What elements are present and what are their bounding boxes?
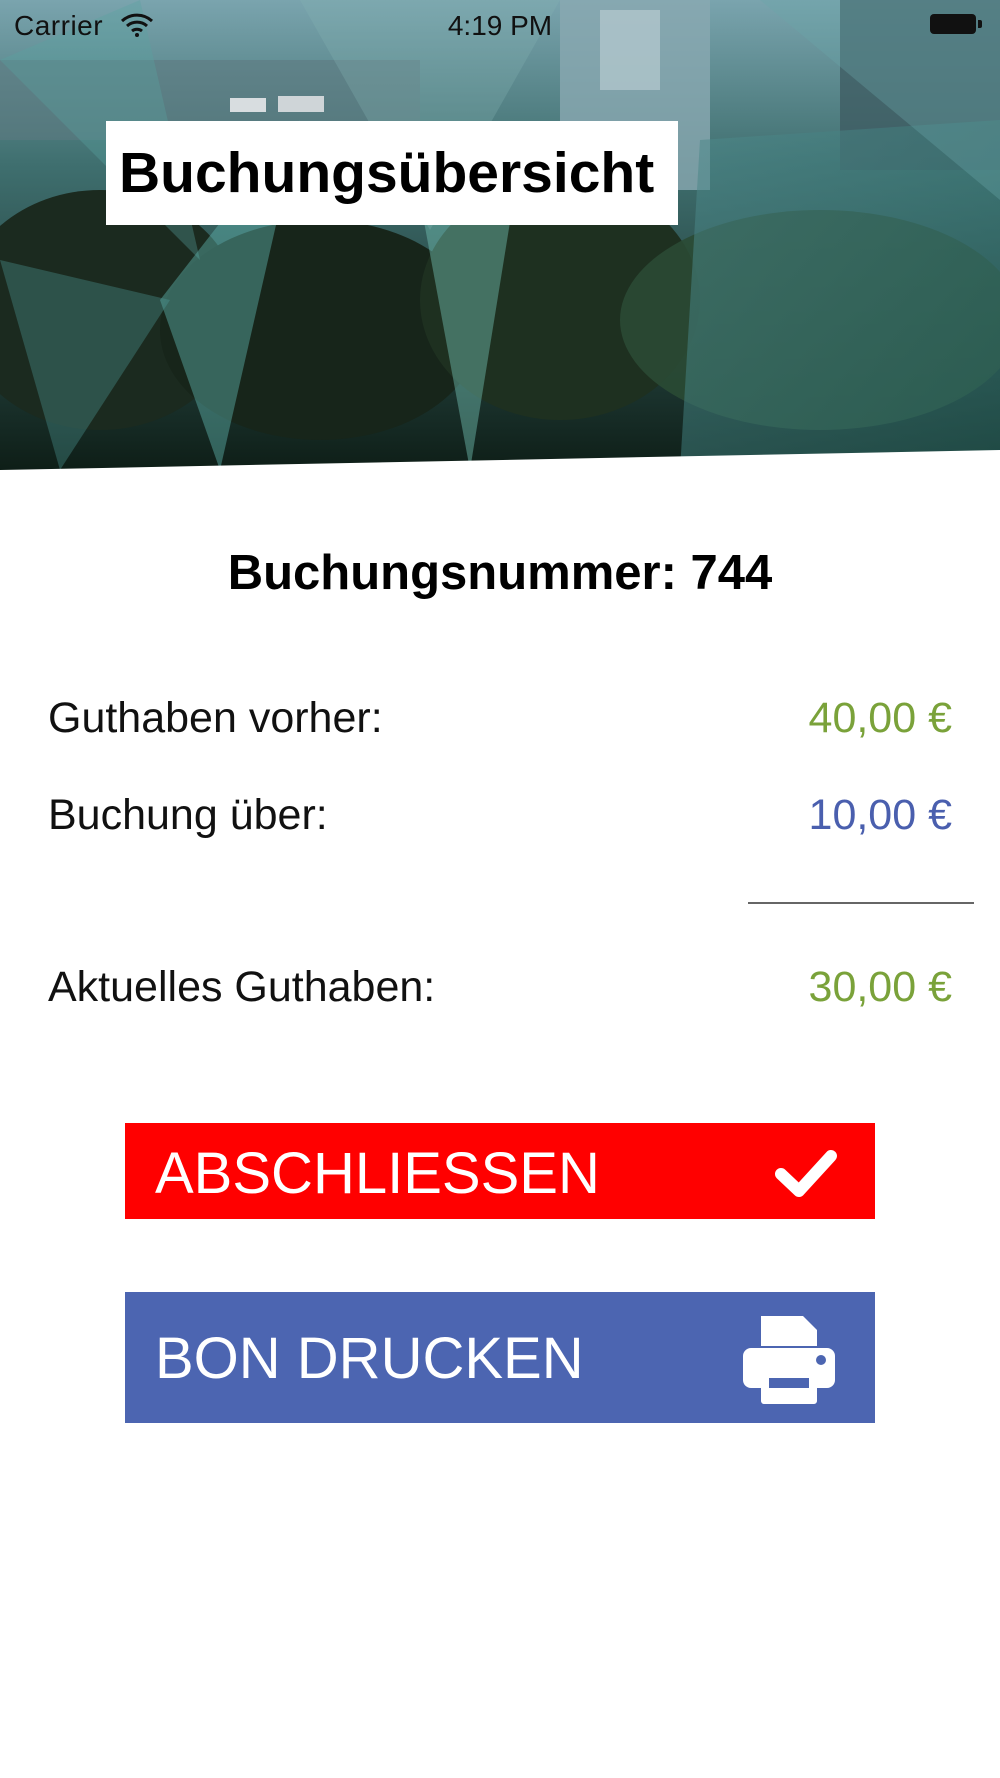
summary-row-booking-amount: Buchung über: 10,00 €: [48, 791, 952, 851]
sum-divider: [748, 902, 974, 904]
header-background-graphic: [0, 0, 1000, 470]
booking-number: Buchungsnummer: 744: [227, 546, 773, 600]
finish-button-label: ABSCHLIESSEN: [155, 1141, 600, 1206]
print-receipt-button[interactable]: BON DRUCKEN: [125, 1292, 875, 1423]
header-background-image: [0, 0, 1000, 470]
print-receipt-button-label: BON DRUCKEN: [155, 1326, 584, 1391]
summary-row-current-balance: Aktuelles Guthaben: 30,00 €: [48, 963, 952, 1023]
status-time: 4:19 PM: [447, 10, 553, 41]
summary-row-previous-balance: Guthaben vorher: 40,00 €: [48, 694, 952, 754]
page-title-box: Buchungsübersicht: [106, 121, 678, 225]
booking-amount-value: 10,00 €: [808, 791, 952, 839]
page-title: Buchungsübersicht: [119, 141, 655, 205]
printer-icon: [741, 1312, 837, 1420]
status-bar: Carrier 4:19 PM: [0, 0, 1000, 50]
previous-balance-label: Guthaben vorher:: [48, 694, 383, 742]
current-balance-label: Aktuelles Guthaben:: [48, 963, 436, 1011]
current-balance-value: 30,00 €: [808, 963, 952, 1011]
previous-balance-value: 40,00 €: [808, 694, 952, 742]
battery-icon: [930, 14, 982, 34]
checkmark-icon: [775, 1145, 837, 1212]
booking-amount-label: Buchung über:: [48, 791, 328, 839]
finish-button[interactable]: ABSCHLIESSEN: [125, 1123, 875, 1219]
